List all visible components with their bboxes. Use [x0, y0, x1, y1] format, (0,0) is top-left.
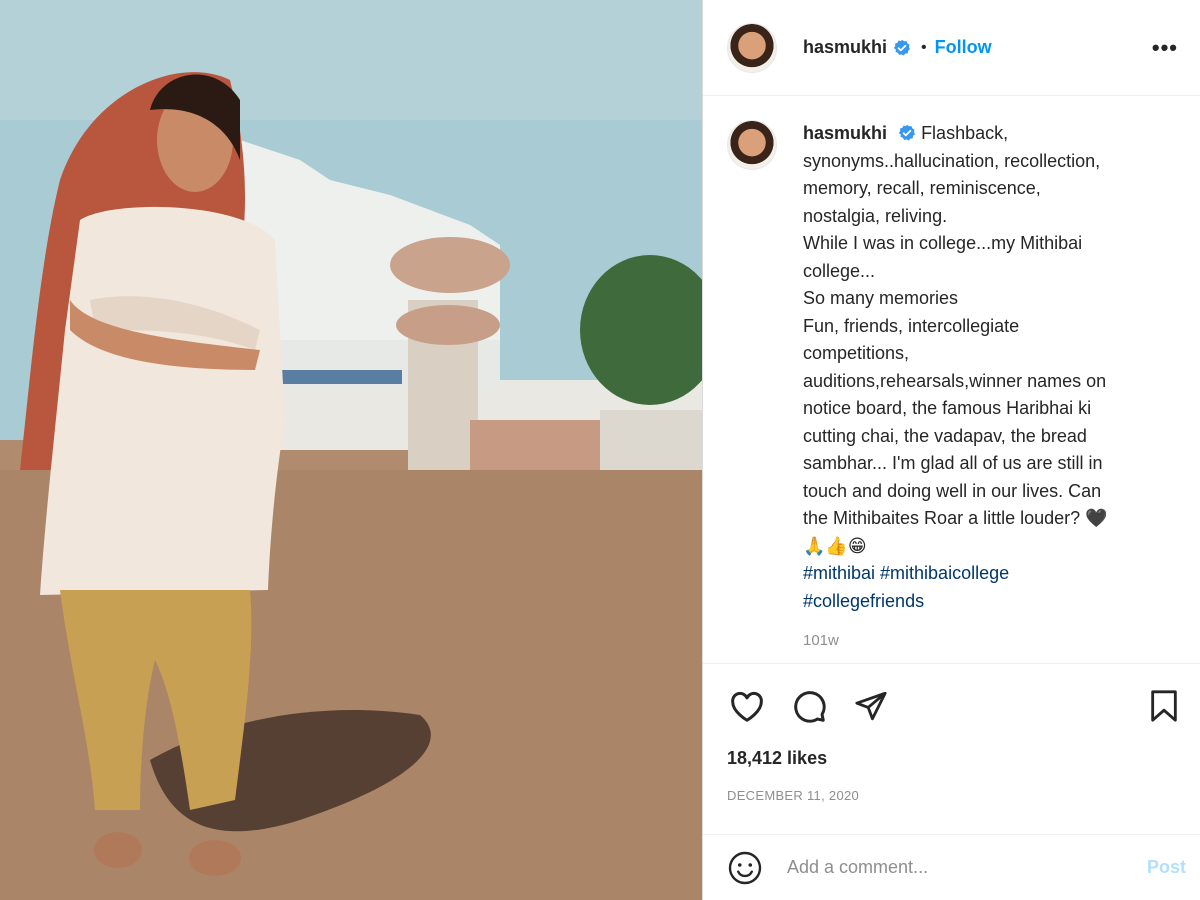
post-comment-button[interactable]: Post: [1147, 857, 1186, 878]
caption-line: sambhar... I'm glad all of us are still …: [803, 453, 1103, 473]
caption-line: college...: [803, 260, 876, 281]
emoji-icon[interactable]: [727, 850, 763, 886]
follow-button[interactable]: Follow: [935, 37, 992, 58]
hashtag-link[interactable]: #mithibai #mithibaicollege: [803, 560, 1180, 588]
caption-line: competitions,: [803, 343, 910, 363]
likes-count[interactable]: 18,412 likes: [703, 748, 1200, 780]
caption-emoji-line: 🙏👍😁: [803, 535, 867, 556]
caption-line: Flashback,: [921, 123, 1009, 143]
verified-badge-icon: [893, 39, 911, 55]
comment-input[interactable]: [787, 857, 1107, 878]
post-photo-illustration: [0, 0, 702, 900]
caption-line: auditions,rehearsals,winner names on: [803, 370, 1107, 391]
caption-line: While I was in college...my Mithibai: [803, 233, 1083, 253]
post-panel: hasmukhi • Follow ••• hasmukhi Flashback…: [702, 0, 1200, 900]
action-bar: [703, 664, 1200, 748]
paper-plane-icon: [855, 691, 887, 721]
author-avatar[interactable]: [727, 22, 777, 73]
comment-box: Post: [703, 834, 1200, 900]
caption-line: So many memories: [803, 288, 959, 308]
comment-button[interactable]: [787, 684, 831, 728]
caption-author-avatar[interactable]: [727, 120, 777, 170]
instagram-post: hasmukhi • Follow ••• hasmukhi Flashback…: [0, 0, 1200, 900]
caption-section: hasmukhi Flashback, synonyms..hallucinat…: [703, 96, 1200, 664]
caption-line: nostalgia, reliving.: [803, 205, 948, 226]
caption-timestamp[interactable]: 101w: [803, 627, 1180, 655]
caption-line: cutting chai, the vadapav, the bread: [803, 425, 1087, 446]
caption-line: notice board, the famous Haribhai ki: [803, 398, 1092, 418]
caption-line: synonyms..hallucination, recollection,: [803, 150, 1101, 171]
heart-icon: [731, 691, 763, 722]
verified-badge-icon: [898, 124, 916, 141]
more-options-icon[interactable]: •••: [1152, 35, 1178, 61]
like-button[interactable]: [725, 684, 769, 728]
comment-bubble-icon: [794, 691, 826, 723]
caption-line: Fun, friends, intercollegiate: [803, 315, 1020, 336]
post-photo[interactable]: [0, 0, 702, 900]
caption-line: the Mithibaites Roar a little louder? 🖤: [803, 508, 1108, 528]
caption-line: touch and doing well in our lives. Can: [803, 480, 1102, 501]
caption-text: hasmukhi Flashback, synonyms..hallucinat…: [803, 120, 1180, 663]
author-username[interactable]: hasmukhi: [803, 37, 887, 58]
caption-line: memory, recall, reminiscence,: [803, 178, 1041, 198]
post-date: DECEMBER 11, 2020: [727, 788, 860, 803]
caption-username[interactable]: hasmukhi: [803, 123, 887, 143]
save-button[interactable]: [1142, 684, 1186, 728]
hashtag-link[interactable]: #collegefriends: [803, 588, 1180, 616]
post-header: hasmukhi • Follow •••: [703, 0, 1200, 96]
separator-dot: •: [921, 38, 927, 56]
share-button[interactable]: [849, 684, 893, 728]
bookmark-icon: [1151, 690, 1177, 722]
